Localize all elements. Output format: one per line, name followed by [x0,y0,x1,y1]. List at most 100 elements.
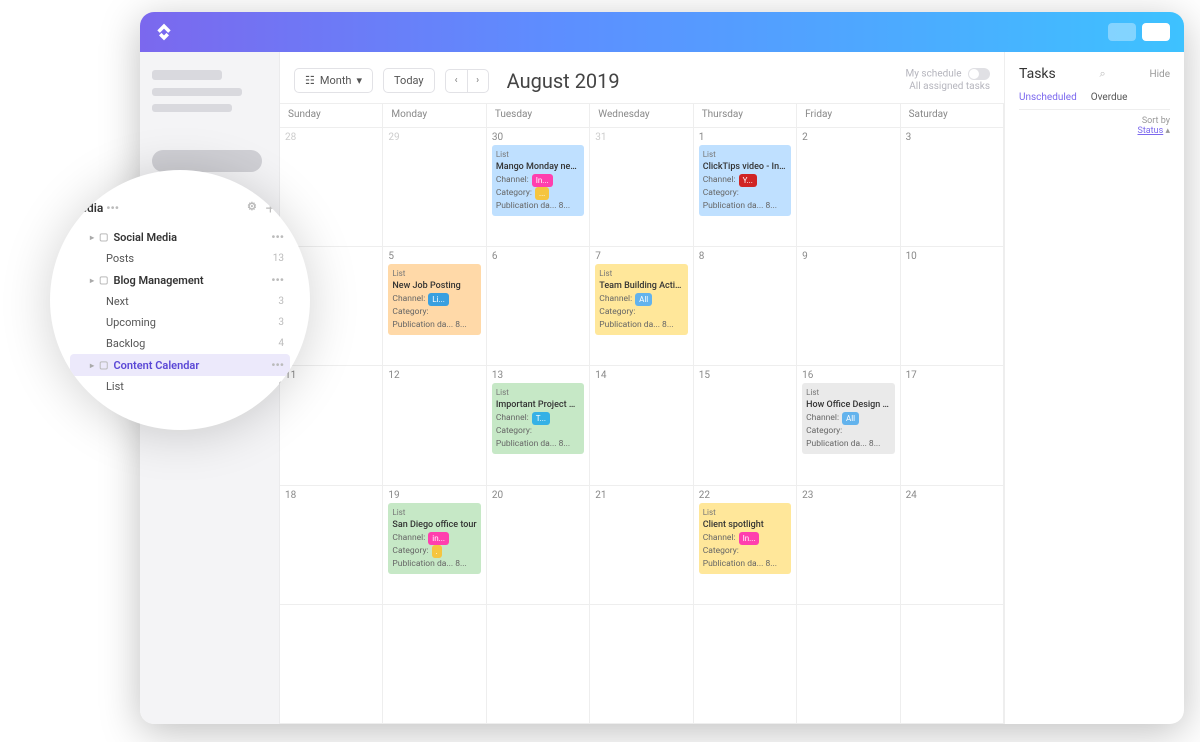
list-node[interactable]: Upcoming3 [70,312,290,333]
calendar-day-cell[interactable]: 24 [901,486,1004,605]
calendar-day-cell[interactable] [280,605,383,724]
task-card[interactable]: ListClickTips video - InboxChannel: Y...… [699,145,791,216]
day-number: 18 [285,490,377,501]
calendar-day-cell[interactable]: 29 [383,128,486,247]
task-card[interactable]: ListImportant Project ManaChannel: T...C… [492,383,584,454]
list-node[interactable]: Next3 [70,291,290,312]
calendar-day-cell[interactable]: 19ListSan Diego office tourChannel: in..… [383,486,486,605]
tab-overdue[interactable]: Overdue [1091,92,1128,103]
calendar-day-cell[interactable]: 3 [901,128,1004,247]
field-publication: Publication da... 8... [496,200,580,213]
today-button[interactable]: Today [383,68,435,93]
field-channel: Channel: Y... [703,174,787,187]
list-node[interactable]: Posts13 [70,248,290,269]
prev-button[interactable]: ‹ [445,69,467,93]
calendar-day-cell[interactable]: 16ListHow Office Design impChannel: AllC… [797,366,900,485]
field-channel: Channel: T... [496,412,580,425]
calendar-day-cell[interactable]: 9 [797,247,900,366]
list-node[interactable]: List8 [70,376,290,397]
calendar-day-cell[interactable]: 22ListClient spotlightChannel: In...Cate… [694,486,797,605]
more-icon[interactable]: ••• [271,273,284,287]
sort-control[interactable]: Sort by Status ▴ [1019,116,1170,136]
node-label: Content Calendar [113,359,199,372]
calendar-day-cell[interactable]: 17 [901,366,1004,485]
field-channel: Channel: All [806,412,890,425]
task-card[interactable]: ListNew Job PostingChannel: Li...Categor… [388,264,480,335]
task-card[interactable]: ListHow Office Design impChannel: AllCat… [802,383,894,454]
calendar-day-cell[interactable]: 30 ListMango Monday new eChannel: In...Ca… [487,128,590,247]
task-card[interactable]: ListTeam Building ActivitiesChannel: All… [595,264,687,335]
field-category: Category: [703,545,787,558]
calendar-day-cell[interactable]: 7ListTeam Building ActivitiesChannel: Al… [590,247,693,366]
list-label: List [392,267,476,280]
day-number: 9 [802,251,894,262]
calendar-day-cell[interactable]: 31 [590,128,693,247]
more-icon[interactable]: ••• [271,230,284,244]
calendar-day-cell[interactable]: 15 [694,366,797,485]
task-title: New Job Posting [392,280,476,293]
folder-node-selected[interactable]: ▸▢Content Calendar••• [70,354,290,376]
calendar-day-cell[interactable]: 8 [694,247,797,366]
calendar-grid: SundayMondayTuesdayWednesdayThursdayFrid… [280,103,1004,724]
calendar-day-cell[interactable] [694,605,797,724]
sidebar-search[interactable] [152,150,262,172]
calendar-day-cell[interactable]: 23 [797,486,900,605]
day-number: 30 [492,132,584,143]
node-label: Posts [106,252,134,265]
day-header: Friday [797,104,900,128]
window-control[interactable] [1108,23,1136,41]
day-number: 15 [699,370,791,381]
field-publication: Publication da... 8... [703,558,787,571]
list-label: List [496,148,580,161]
tab-unscheduled[interactable]: Unscheduled [1019,92,1077,103]
calendar-day-cell[interactable]: 11 [280,366,383,485]
tasks-title: Tasks [1019,66,1056,82]
toggle-icon[interactable] [968,68,990,80]
tasks-tabs: Unscheduled Overdue [1019,92,1170,110]
field-channel: Channel: Li... [392,293,476,306]
calendar-day-cell[interactable]: 21 [590,486,693,605]
more-icon[interactable]: ••• [106,201,119,215]
field-category: Category: [496,425,580,438]
calendar-day-cell[interactable]: 2 [797,128,900,247]
folder-icon: ▢ [99,232,108,243]
calendar-day-cell[interactable]: 28 [280,128,383,247]
folder-node[interactable]: ▸▢Social Media••• [70,226,290,248]
calendar-day-cell[interactable]: 13ListImportant Project ManaChannel: T..… [487,366,590,485]
search-icon[interactable]: ⌕ [1100,67,1106,81]
calendar-day-cell[interactable] [487,605,590,724]
calendar-day-cell[interactable]: 1ListClickTips video - InboxChannel: Y..… [694,128,797,247]
day-number: 21 [595,490,687,501]
day-number: 17 [906,370,998,381]
calendar-day-cell[interactable] [383,605,486,724]
calendar-day-cell[interactable]: 10 [901,247,1004,366]
next-button[interactable]: › [467,69,489,93]
calendar-day-cell[interactable] [901,605,1004,724]
window-control[interactable] [1142,23,1170,41]
calendar-day-cell[interactable]: 6 [487,247,590,366]
folder-node[interactable]: ▸▢Blog Management••• [70,269,290,291]
node-label: List [106,380,124,393]
day-number: 5 [388,251,480,262]
task-card[interactable]: ListClient spotlightChannel: In...Catego… [699,503,791,574]
task-card[interactable]: ListSan Diego office tourChannel: in...C… [388,503,480,574]
hide-button[interactable]: Hide [1149,69,1170,80]
calendar-day-cell[interactable] [797,605,900,724]
task-card[interactable]: ListMango Monday new eChannel: In...Cate… [492,145,584,216]
day-header: Wednesday [590,104,693,128]
calendar-day-cell[interactable]: 20 [487,486,590,605]
task-title: Client spotlight [703,519,787,532]
nav-arrows: ‹ › [445,69,489,93]
gear-icon[interactable]: ⚙ [247,200,257,216]
calendar-day-cell[interactable]: 5 ListNew Job PostingChannel: Li...Catego… [383,247,486,366]
task-title: Mango Monday new e [496,161,580,174]
list-node[interactable]: Backlog4 [70,333,290,354]
calendar-day-cell[interactable]: 12 [383,366,486,485]
view-mode-dropdown[interactable]: ☷ Month ▾ [294,68,373,93]
calendar-day-cell[interactable] [590,605,693,724]
calendar-day-cell[interactable]: 18 [280,486,383,605]
my-schedule-toggle[interactable]: My schedule All assigned tasks [905,68,990,93]
calendar-day-cell[interactable]: 14 [590,366,693,485]
node-label: Backlog [106,337,145,350]
more-icon[interactable]: ••• [271,358,284,372]
